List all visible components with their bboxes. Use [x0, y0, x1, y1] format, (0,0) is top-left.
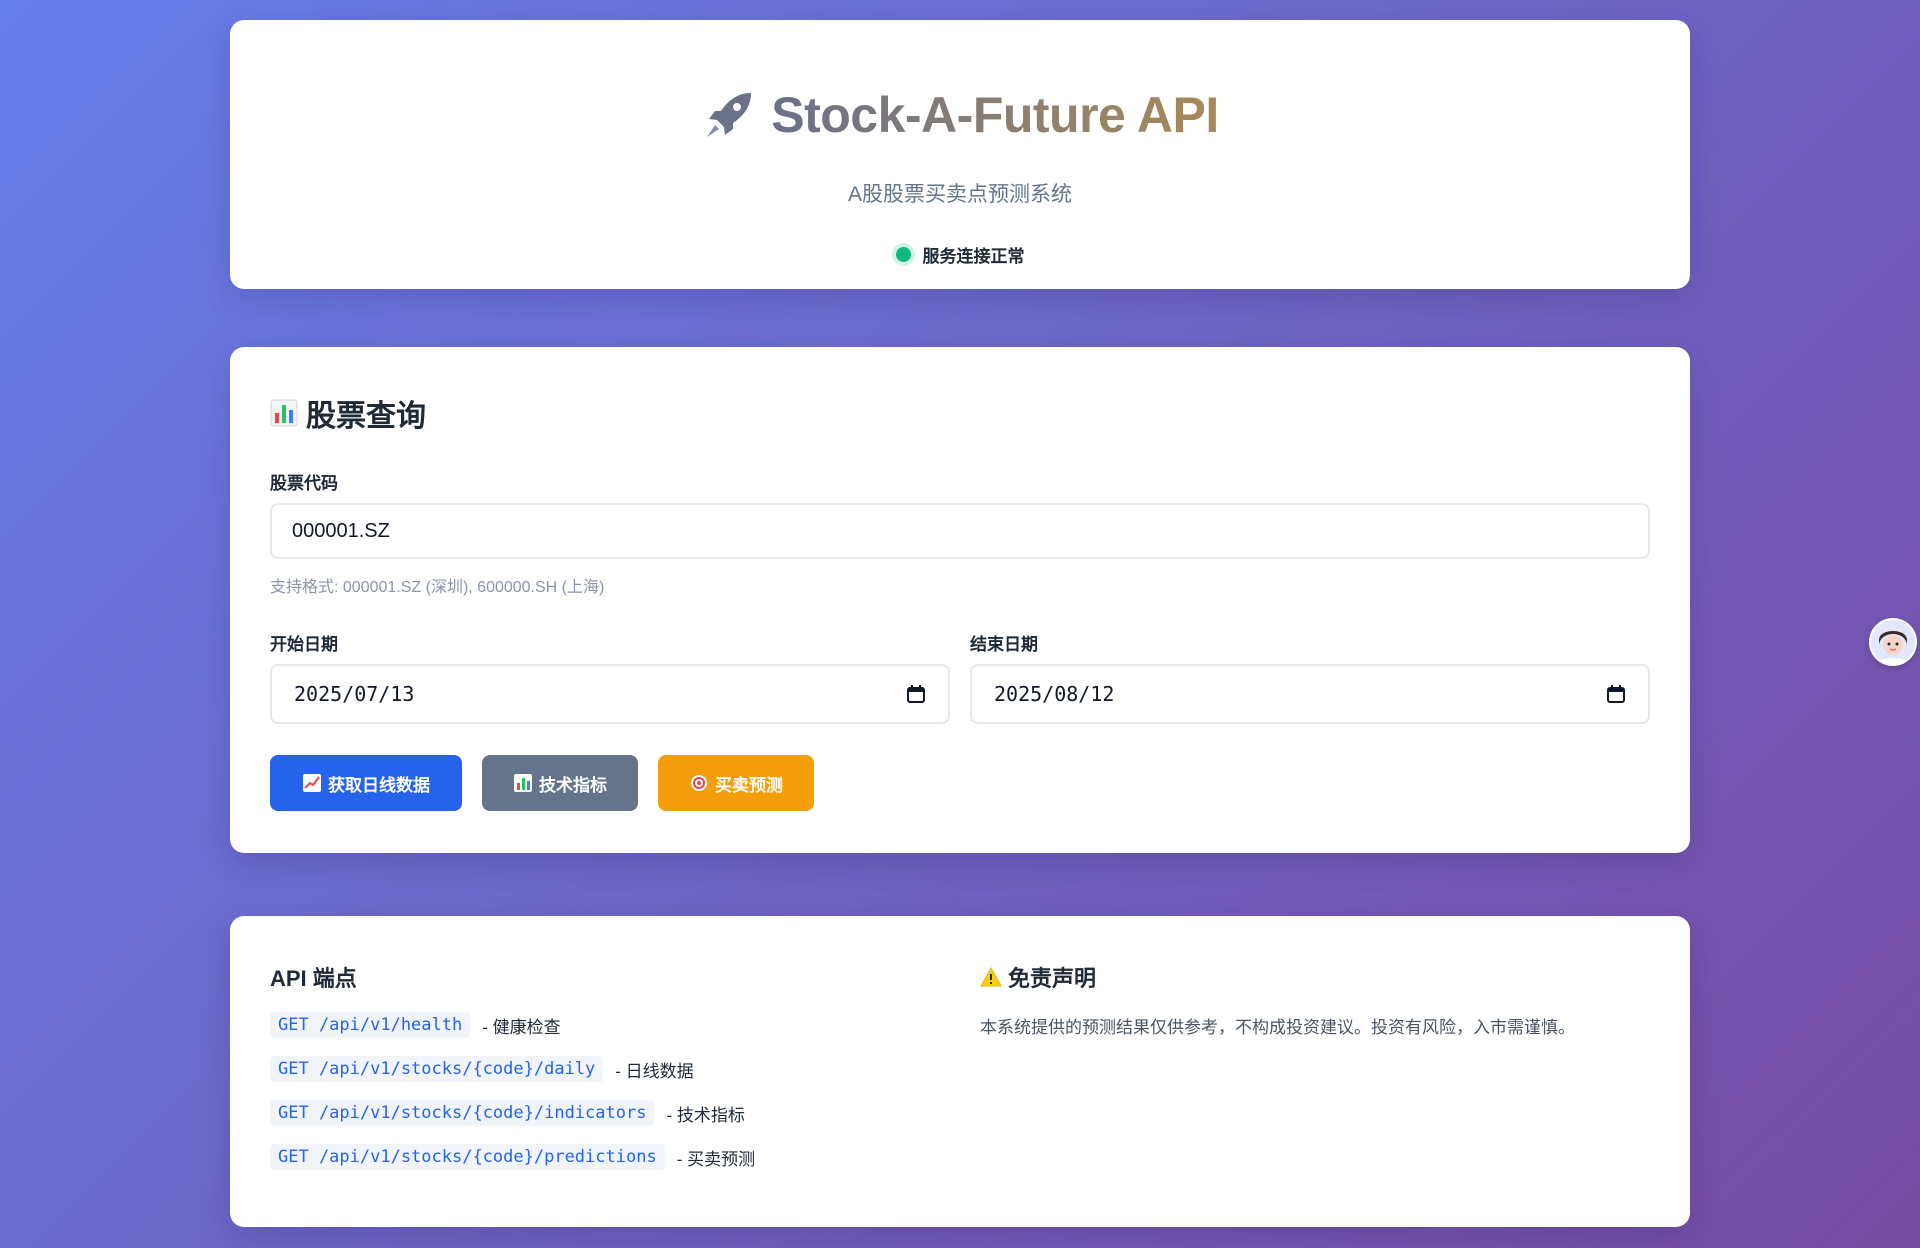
endpoint-code: GET /api/v1/stocks/{code}/daily — [270, 1056, 604, 1082]
endpoint-item: GET /api/v1/stocks/{code}/predictions - … — [270, 1144, 755, 1170]
end-date-input[interactable]: 2025/08/12 — [970, 664, 1650, 724]
endpoint-desc: - 买卖预测 — [676, 1149, 756, 1169]
bar-chart-icon — [514, 774, 532, 792]
stock-code-input[interactable] — [270, 503, 1650, 559]
disclaimer-text: 本系统提供的预测结果仅供参考，不构成投资建议。投资有风险，入市需谨慎。 — [980, 1018, 1575, 1037]
disclaimer-heading: 免责声明 — [980, 961, 1096, 993]
start-date-value: 2025/07/13 — [294, 682, 415, 706]
endpoint-item: GET /api/v1/health - 健康检查 — [270, 1012, 561, 1038]
section-title-text: 股票查询 — [306, 400, 426, 433]
start-date-input[interactable]: 2025/07/13 — [270, 664, 950, 724]
app-title: Stock-A-Future API — [230, 86, 1690, 144]
stock-query-card: 股票查询 股票代码 支持格式: 000001.SZ (深圳), 600000.S… — [230, 347, 1690, 853]
chart-up-icon — [303, 774, 321, 792]
assistant-avatar[interactable] — [1869, 618, 1917, 666]
header-card: Stock-A-Future API A股股票买卖点预测系统 服务连接正常 — [230, 20, 1690, 289]
get-daily-data-button[interactable]: 获取日线数据 — [270, 755, 462, 811]
api-info-card: API 端点 GET /api/v1/health - 健康检查 GET /ap… — [230, 916, 1690, 1227]
endpoint-code: GET /api/v1/stocks/{code}/indicators — [270, 1100, 655, 1126]
buy-sell-prediction-label: 买卖预测 — [715, 775, 783, 795]
stock-code-hint: 支持格式: 000001.SZ (深圳), 600000.SH (上海) — [270, 579, 605, 596]
app-title-text: Stock-A-Future API — [771, 87, 1219, 143]
end-date-label: 结束日期 — [970, 635, 1038, 654]
buy-sell-prediction-button[interactable]: 买卖预测 — [658, 755, 814, 811]
warning-icon — [980, 967, 1002, 987]
connection-status: 服务连接正常 — [230, 242, 1690, 267]
get-daily-data-label: 获取日线数据 — [328, 775, 430, 795]
endpoint-item: GET /api/v1/stocks/{code}/indicators - 技… — [270, 1100, 745, 1126]
technical-indicators-button[interactable]: 技术指标 — [482, 755, 638, 811]
end-date-value: 2025/08/12 — [994, 682, 1115, 706]
calendar-icon[interactable] — [906, 684, 926, 704]
status-dot-icon — [895, 247, 911, 262]
endpoint-desc: - 技术指标 — [666, 1105, 745, 1125]
start-date-label: 开始日期 — [270, 635, 338, 654]
app-subtitle: A股股票买卖点预测系统 — [847, 183, 1072, 206]
endpoint-item: GET /api/v1/stocks/{code}/daily - 日线数据 — [270, 1056, 694, 1082]
status-text: 服务连接正常 — [922, 247, 1025, 266]
endpoint-code: GET /api/v1/stocks/{code}/predictions — [270, 1144, 665, 1170]
avatar-face-icon — [1871, 620, 1915, 664]
api-endpoints-heading: API 端点 — [270, 966, 357, 991]
calendar-icon[interactable] — [1606, 684, 1626, 704]
target-icon — [691, 775, 707, 791]
rocket-icon — [707, 93, 752, 137]
technical-indicators-label: 技术指标 — [539, 775, 607, 795]
stock-code-label: 股票代码 — [270, 474, 338, 493]
endpoint-desc: - 日线数据 — [615, 1061, 694, 1081]
section-title: 股票查询 — [270, 391, 426, 435]
disclaimer-heading-text: 免责声明 — [1008, 966, 1097, 991]
endpoint-desc: - 健康检查 — [482, 1017, 561, 1037]
endpoint-code: GET /api/v1/health — [270, 1012, 471, 1038]
bar-chart-icon — [270, 399, 298, 427]
